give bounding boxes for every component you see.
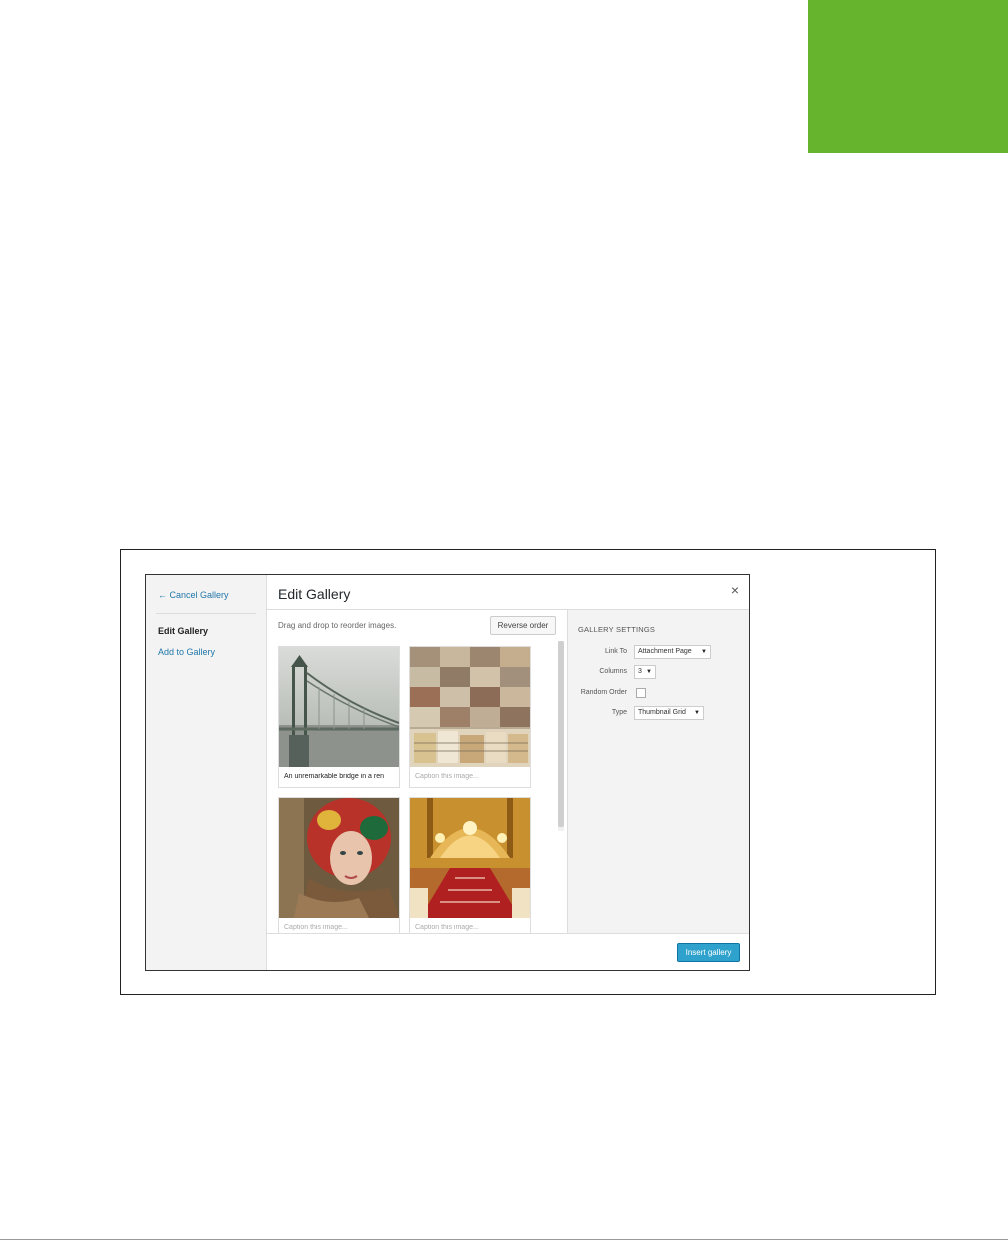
settings-heading: GALLERY SETTINGS xyxy=(578,625,656,634)
gallery-settings-panel: GALLERY SETTINGS Link To Attachment Page… xyxy=(567,610,749,933)
portrait-thumbnail[interactable] xyxy=(279,798,399,918)
hall-thumbnail[interactable] xyxy=(410,798,530,918)
close-icon[interactable]: × xyxy=(731,582,739,598)
modal-title: Edit Gallery xyxy=(278,586,351,602)
type-select[interactable]: Thumbnail Grid ▼ xyxy=(634,706,704,720)
columns-label: Columns xyxy=(599,668,627,675)
columns-select[interactable]: 3 ▼ xyxy=(634,665,656,679)
sidebar-item-edit-gallery[interactable]: Edit Gallery xyxy=(158,626,208,636)
page-bottom-rule xyxy=(0,1239,1008,1240)
random-order-checkbox[interactable] xyxy=(636,688,646,698)
link-to-value: Attachment Page xyxy=(638,648,692,655)
link-to-label: Link To xyxy=(604,648,627,655)
bridge-thumbnail[interactable] xyxy=(279,647,399,767)
modal-footer: Insert gallery xyxy=(267,933,749,970)
insert-gallery-button[interactable]: Insert gallery xyxy=(677,943,740,962)
gallery-item[interactable]: Caption this image... xyxy=(409,646,531,788)
chevron-down-icon: ▼ xyxy=(701,649,707,655)
gallery-scrollbar-thumb[interactable] xyxy=(558,641,564,827)
type-value: Thumbnail Grid xyxy=(638,709,686,716)
cancel-gallery-link[interactable]: ← Cancel Gallery xyxy=(158,590,229,600)
media-sidebar: ← Cancel Gallery Edit Gallery Add to Gal… xyxy=(146,575,267,970)
link-to-select[interactable]: Attachment Page ▼ xyxy=(634,645,711,659)
image-caption[interactable]: Caption this image... xyxy=(284,924,396,931)
edit-gallery-modal: ← Cancel Gallery Edit Gallery Add to Gal… xyxy=(145,574,750,971)
chapter-tab xyxy=(808,0,1008,153)
city-thumbnail[interactable] xyxy=(410,647,530,767)
gallery-grid: An unremarkable bridge in a ren Caption … xyxy=(267,639,567,933)
gallery-item[interactable]: Caption this image... xyxy=(278,797,400,933)
columns-value: 3 xyxy=(638,668,642,675)
image-caption[interactable]: Caption this image... xyxy=(415,773,527,780)
image-caption[interactable]: Caption this image... xyxy=(415,924,527,931)
reverse-order-button[interactable]: Reverse order xyxy=(490,616,556,635)
gallery-item[interactable]: An unremarkable bridge in a ren xyxy=(278,646,400,788)
add-to-gallery-link[interactable]: Add to Gallery xyxy=(158,647,215,657)
gallery-item[interactable]: Caption this image... xyxy=(409,797,531,933)
chevron-down-icon: ▼ xyxy=(646,669,652,675)
random-order-label: Random Order xyxy=(580,689,627,696)
reorder-instructions: Drag and drop to reorder images. xyxy=(278,621,397,630)
chevron-down-icon: ▼ xyxy=(694,710,700,716)
type-label: Type xyxy=(611,709,627,716)
sidebar-divider xyxy=(156,613,256,614)
image-caption[interactable]: An unremarkable bridge in a ren xyxy=(284,773,396,780)
